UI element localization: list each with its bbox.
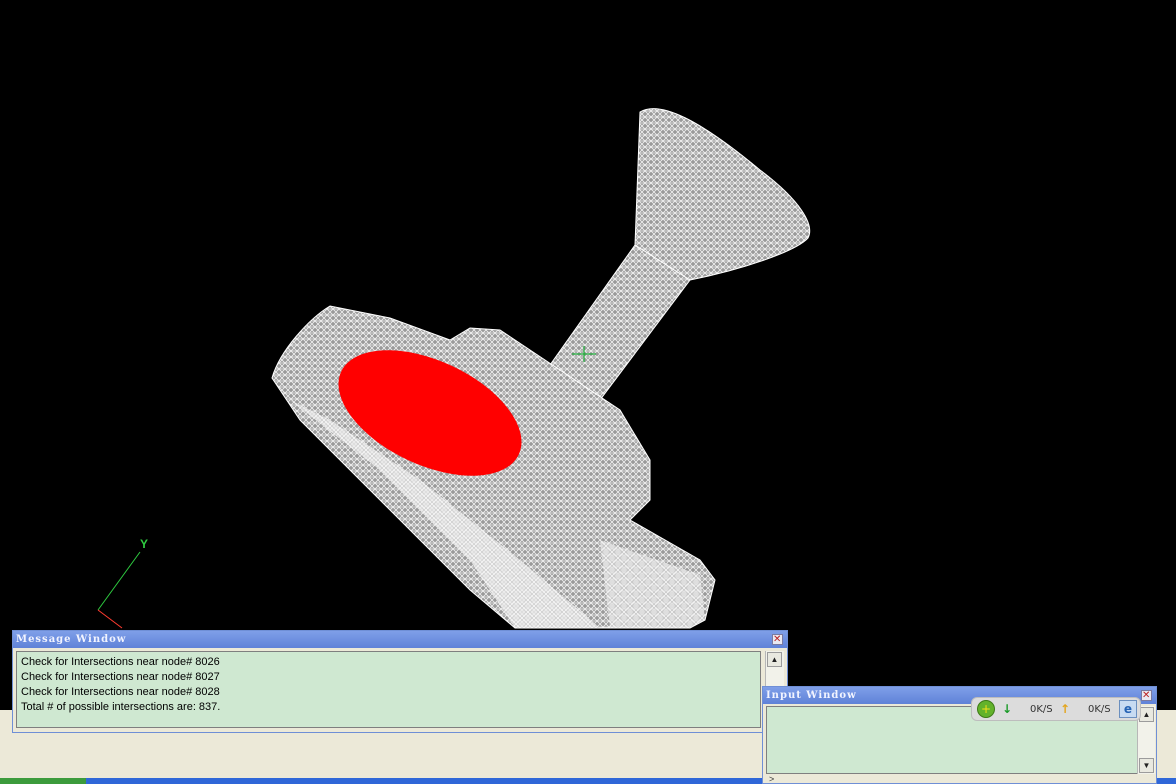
message-line: Total # of possible intersections are: 8… [21, 701, 221, 713]
message-window: Message Window ✕ Check for Intersections… [12, 630, 788, 733]
download-rate: 0K/S [1030, 704, 1053, 715]
scroll-up-icon[interactable]: ▲ [1139, 707, 1154, 722]
close-icon[interactable]: ✕ [1141, 690, 1152, 701]
message-line: Check for Intersections near node# 8028 [21, 686, 220, 698]
start-button[interactable] [0, 778, 86, 784]
upload-rate: 0K/S [1088, 704, 1111, 715]
message-line: Check for Intersections near node# 8027 [21, 671, 220, 683]
message-log: Check for Intersections near node# 8026 … [16, 651, 761, 728]
accelerator-icon[interactable]: + [977, 700, 995, 718]
command-prompt: > [769, 774, 775, 784]
message-window-title: Message Window [16, 634, 127, 645]
network-speed-meter[interactable]: + ↓ 0K/S ↑ 0K/S e [971, 697, 1141, 721]
close-icon[interactable]: ✕ [772, 634, 783, 645]
download-arrow-icon: ↓ [1002, 702, 1013, 716]
scroll-down-icon[interactable]: ▼ [1139, 758, 1154, 773]
message-window-titlebar[interactable]: Message Window ✕ [13, 631, 787, 648]
upload-arrow-icon: ↑ [1060, 702, 1071, 716]
y-axis-label: Y [140, 537, 148, 551]
browser-icon[interactable]: e [1119, 700, 1137, 718]
scroll-up-icon[interactable]: ▲ [767, 652, 782, 667]
message-line: Check for Intersections near node# 8026 [21, 656, 220, 668]
input-window-title: Input Window [766, 690, 857, 701]
